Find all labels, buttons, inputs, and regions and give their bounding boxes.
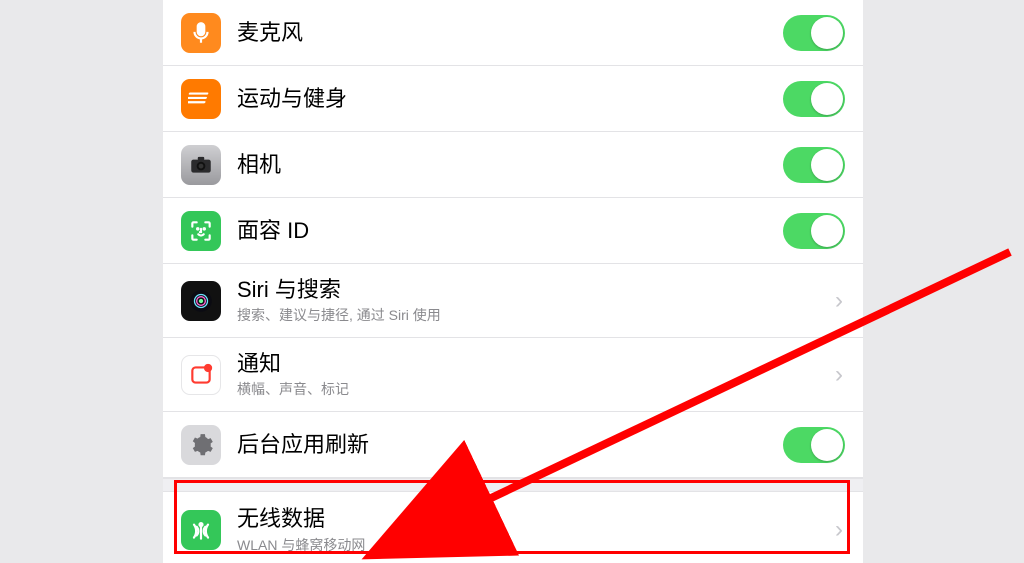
setting-row-background-refresh[interactable]: 后台应用刷新 [163, 412, 863, 478]
settings-list: 麦克风 运动与健身 相机 [163, 0, 863, 563]
chevron-right-icon: › [827, 516, 845, 544]
setting-row-siri[interactable]: Siri 与搜索 搜索、建议与捷径, 通过 Siri 使用 › [163, 264, 863, 338]
setting-label: 后台应用刷新 [237, 431, 783, 459]
toggle-microphone[interactable] [783, 15, 845, 51]
chevron-right-icon: › [827, 287, 845, 315]
siri-icon [181, 281, 221, 321]
setting-sublabel: 搜索、建议与捷径, 通过 Siri 使用 [237, 305, 827, 325]
notifications-icon [181, 355, 221, 395]
fitness-icon [181, 79, 221, 119]
setting-sublabel: WLAN 与蜂窝移动网 [237, 535, 827, 555]
setting-row-faceid[interactable]: 面容 ID [163, 198, 863, 264]
toggle-camera[interactable] [783, 147, 845, 183]
settings-panel: 麦克风 运动与健身 相机 [163, 0, 863, 563]
setting-label: 面容 ID [237, 217, 783, 245]
toggle-fitness[interactable] [783, 81, 845, 117]
camera-icon [181, 145, 221, 185]
setting-row-microphone[interactable]: 麦克风 [163, 0, 863, 66]
setting-label: 相机 [237, 151, 783, 179]
section-gap [163, 478, 863, 492]
setting-sublabel: 横幅、声音、标记 [237, 379, 827, 399]
faceid-icon [181, 211, 221, 251]
gear-icon [181, 425, 221, 465]
setting-row-notifications[interactable]: 通知 横幅、声音、标记 › [163, 338, 863, 412]
setting-label: 无线数据 [237, 505, 827, 533]
setting-label: 运动与健身 [237, 85, 783, 113]
toggle-faceid[interactable] [783, 213, 845, 249]
wireless-icon [181, 510, 221, 550]
setting-label: 麦克风 [237, 19, 783, 47]
setting-label: Siri 与搜索 [237, 276, 827, 304]
mic-icon [181, 13, 221, 53]
setting-row-camera[interactable]: 相机 [163, 132, 863, 198]
setting-row-fitness[interactable]: 运动与健身 [163, 66, 863, 132]
setting-label: 通知 [237, 350, 827, 378]
toggle-background-refresh[interactable] [783, 427, 845, 463]
chevron-right-icon: › [827, 361, 845, 389]
setting-row-wireless-data[interactable]: 无线数据 WLAN 与蜂窝移动网 › [163, 492, 863, 563]
